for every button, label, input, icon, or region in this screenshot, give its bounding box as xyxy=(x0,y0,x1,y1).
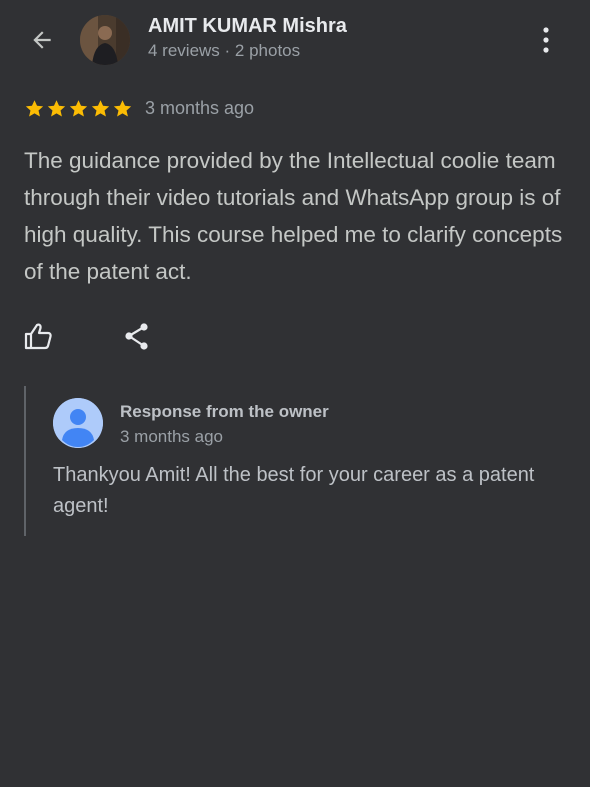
like-button[interactable] xyxy=(22,320,60,356)
thumb-up-icon xyxy=(24,323,52,350)
reviewer-meta: 4 reviews · 2 photos xyxy=(148,41,301,60)
more-options-button[interactable] xyxy=(530,22,562,58)
owner-response-text: Thankyou Amit! All the best for your car… xyxy=(53,464,535,517)
star-icon xyxy=(47,100,66,117)
owner-response-time: 3 months ago xyxy=(120,427,224,446)
owner-response-title: Response from the owner xyxy=(120,402,329,421)
review-time: 3 months ago xyxy=(145,98,255,118)
star-icon xyxy=(25,100,44,117)
star-rating xyxy=(24,98,133,119)
star-icon xyxy=(113,100,132,117)
star-icon xyxy=(69,100,88,117)
reviewer-name[interactable]: AMIT KUMAR Mishra xyxy=(148,15,347,38)
arrow-left-icon xyxy=(33,31,51,49)
owner-response: Response from the owner 3 months ago Tha… xyxy=(24,386,566,536)
more-vertical-icon xyxy=(543,27,549,53)
star-icon xyxy=(91,100,110,117)
review-text: The guidance provided by the Intellectua… xyxy=(24,148,563,284)
share-icon xyxy=(125,323,148,350)
share-button[interactable] xyxy=(120,320,158,356)
owner-avatar xyxy=(53,398,103,448)
person-icon xyxy=(53,398,103,448)
review-screen: AMIT KUMAR Mishra 4 reviews · 2 photos 3… xyxy=(0,0,590,787)
reviewer-avatar[interactable] xyxy=(80,15,130,65)
reviewer-photo xyxy=(80,15,130,65)
back-button[interactable] xyxy=(22,22,62,58)
rating-row: 3 months ago xyxy=(24,98,254,119)
header: AMIT KUMAR Mishra 4 reviews · 2 photos xyxy=(0,0,590,80)
